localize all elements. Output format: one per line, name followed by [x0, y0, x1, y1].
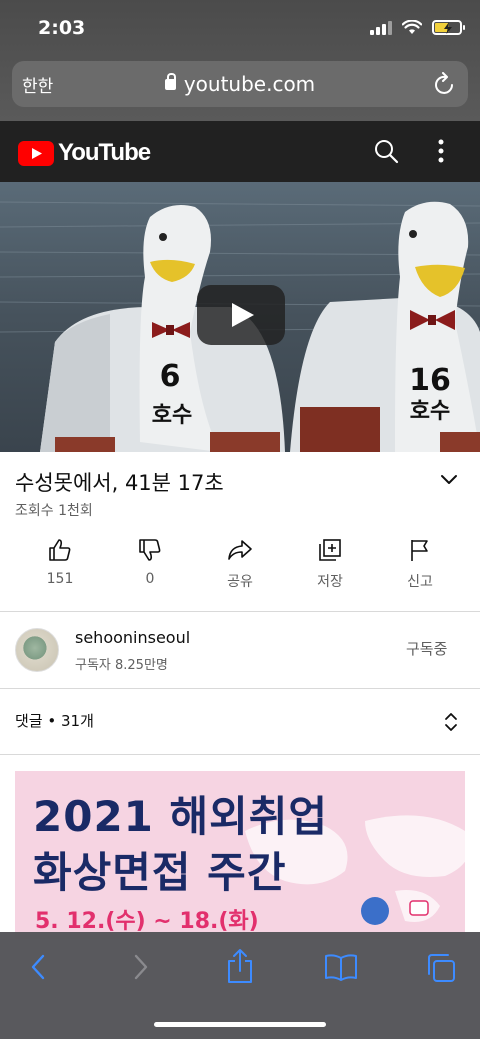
like-button[interactable]: 151	[15, 537, 105, 587]
ad-headline-1: 2021 해외취업	[33, 792, 329, 841]
share-sheet-icon[interactable]	[226, 948, 254, 984]
status-time: 2:03	[38, 17, 86, 39]
status-icons	[370, 20, 465, 35]
youtube-logo[interactable]: YouTube	[18, 139, 151, 167]
boat-left-number: 6	[160, 359, 181, 394]
save-label: 저장	[317, 574, 343, 590]
home-indicator[interactable]	[154, 1022, 326, 1027]
dislike-button[interactable]: 0	[105, 537, 195, 587]
search-icon[interactable]	[373, 138, 399, 164]
video-player[interactable]: 6 호수 16 호수	[0, 182, 480, 452]
chevron-down-icon[interactable]	[440, 474, 458, 486]
dislike-count: 0	[145, 571, 155, 587]
reload-icon[interactable]	[434, 72, 456, 96]
address-bar[interactable]: 한한 youtube.com	[12, 61, 468, 107]
avatar[interactable]	[15, 628, 59, 672]
url-display[interactable]: youtube.com	[12, 72, 468, 96]
bookmarks-icon[interactable]	[324, 952, 358, 982]
boat-right-number: 16	[409, 363, 451, 398]
expand-collapse-icon[interactable]	[444, 711, 458, 733]
share-icon	[228, 540, 252, 560]
status-bar: 2:03	[0, 0, 480, 58]
browser-top-chrome: 2:03 한한 youtube.com	[0, 0, 480, 121]
comments-count: 댓글 • 31개	[15, 712, 94, 730]
battery-icon	[432, 20, 465, 35]
ad-date-range: 5. 12.(수) ~ 18.(화)	[35, 909, 259, 934]
lock-icon	[164, 73, 176, 90]
tabs-icon[interactable]	[425, 952, 457, 984]
divider	[0, 754, 480, 755]
back-icon[interactable]	[28, 952, 48, 982]
subscriber-count: 구독자 8.25만명	[75, 658, 168, 673]
channel-name[interactable]: sehooninseoul	[75, 628, 190, 647]
ad-banner[interactable]: 2021 해외취업 화상면접 주간 5. 12.(수) ~ 18.(화)	[15, 771, 465, 939]
boat-left-label: 호수	[152, 403, 192, 428]
save-button[interactable]: 저장	[285, 537, 375, 591]
youtube-logo-text: YouTube	[58, 139, 151, 166]
subscribed-button[interactable]: 구독중	[406, 638, 447, 659]
boat-right-label: 호수	[410, 399, 450, 424]
youtube-play-logo-icon	[18, 140, 54, 166]
report-label: 신고	[407, 574, 433, 590]
thumbs-up-icon	[49, 539, 71, 561]
share-button[interactable]: 공유	[195, 537, 285, 591]
url-text: youtube.com	[183, 72, 316, 96]
save-icon	[319, 539, 341, 561]
ad-headline-2: 화상면접 주간	[33, 848, 287, 897]
thumbs-down-icon	[139, 539, 161, 561]
forward-icon[interactable]	[131, 952, 151, 982]
more-options-icon[interactable]	[438, 139, 444, 163]
youtube-header: YouTube	[0, 121, 480, 182]
share-label: 공유	[227, 574, 253, 590]
video-title: 수성못에서, 41분 17초	[15, 471, 224, 495]
video-actions: 151 0 공유 저장 신고	[0, 537, 480, 597]
play-button[interactable]	[197, 285, 285, 345]
wifi-icon	[402, 20, 422, 34]
cellular-signal-icon	[370, 20, 392, 35]
channel-row[interactable]: sehooninseoul 구독자 8.25만명 구독중	[0, 612, 480, 688]
play-icon	[232, 303, 254, 327]
like-count: 151	[46, 571, 74, 587]
flag-icon	[411, 540, 428, 561]
comments-row[interactable]: 댓글 • 31개	[0, 689, 480, 755]
view-count: 조회수 1천회	[15, 503, 93, 519]
report-button[interactable]: 신고	[375, 537, 465, 591]
